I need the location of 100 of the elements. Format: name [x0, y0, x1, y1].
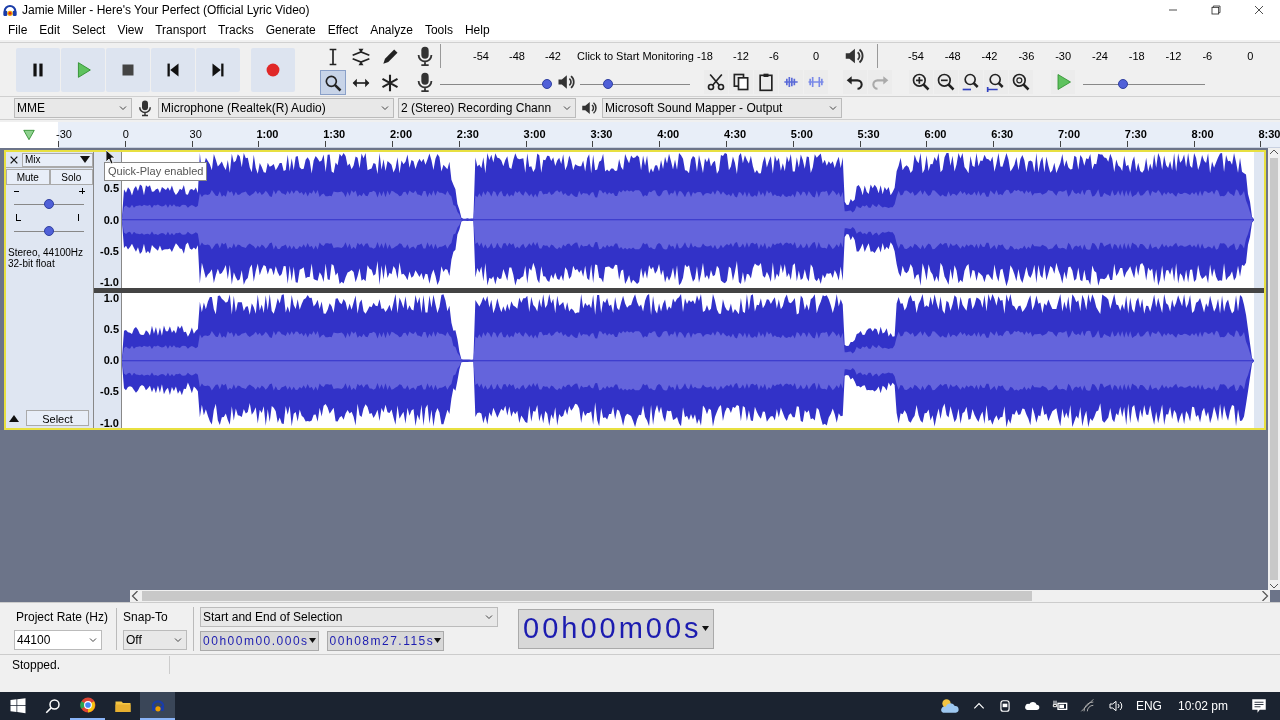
zoom-out-button[interactable] [934, 70, 958, 94]
menu-item[interactable]: File [2, 20, 34, 40]
play-head-icon[interactable] [22, 128, 36, 142]
stop-button[interactable] [106, 47, 150, 92]
skip-to-start-button[interactable] [151, 47, 195, 92]
meter-tick-label: -48 [944, 49, 961, 64]
record-button[interactable] [251, 47, 295, 92]
ruler-label: 4:30 [724, 127, 747, 142]
ruler-label: 5:00 [790, 127, 813, 142]
selection-start-field[interactable]: 00h00m00.000s [200, 630, 319, 651]
menu-item[interactable]: Select [66, 20, 112, 40]
asterisk-icon [379, 72, 400, 93]
slider-thumb[interactable] [44, 226, 54, 236]
selection-mode-dropdown[interactable]: Start and End of Selection [200, 606, 499, 627]
play-at-speed-button[interactable] [1051, 70, 1075, 94]
camera-icon[interactable] [997, 698, 1012, 714]
fit-selection-icon [961, 72, 981, 92]
scale-label: 0.0 [103, 355, 119, 367]
skip-to-end-button[interactable] [196, 47, 240, 92]
zoom-in-button[interactable] [909, 70, 933, 94]
fit-project-button[interactable] [984, 70, 1008, 94]
menu-item[interactable]: View [111, 20, 150, 40]
language-indicator[interactable]: ENG [1135, 697, 1162, 715]
scroll-up-icon[interactable] [1270, 148, 1278, 156]
scroll-down-icon[interactable] [1270, 582, 1278, 590]
audio-position-display[interactable]: 00h00m00s [518, 608, 714, 649]
playback-meter[interactable]: -54 -48 -42 -36 -30 -24 -18 -12 -6 0 [877, 44, 1257, 68]
ruler-label: 8:00 [1191, 127, 1214, 142]
menu-item[interactable]: Analyze [364, 20, 419, 40]
plus-icon [79, 188, 85, 194]
menu-item[interactable]: Transport [149, 20, 213, 40]
slider-thumb[interactable] [1118, 79, 1129, 89]
silence-audio-button[interactable] [804, 70, 828, 94]
search-icon[interactable] [43, 697, 62, 715]
scroll-right-icon[interactable] [1260, 591, 1270, 601]
minus-icon [14, 191, 19, 192]
vertical-scrollbar[interactable] [1268, 148, 1280, 590]
meter-tick-label: -48 [509, 49, 525, 64]
cut-icon [706, 72, 726, 92]
select-button[interactable]: Select [26, 410, 89, 426]
pause-button[interactable] [16, 47, 60, 92]
ruler-label: 6:00 [924, 127, 947, 142]
zoom-toggle-icon [1011, 72, 1031, 92]
menu-item[interactable]: Edit [33, 20, 67, 40]
wifi-icon[interactable] [1079, 698, 1096, 714]
meter-prompt: Click to Start Monitoring [577, 49, 694, 64]
scale-label: 0.0 [103, 214, 119, 226]
copy-button[interactable] [729, 70, 753, 94]
meter-tick-label: -18 [697, 49, 713, 64]
windows-start-icon[interactable] [8, 697, 27, 715]
menu-item[interactable]: Generate [259, 20, 322, 40]
snap-to-dropdown[interactable]: Off [123, 629, 188, 650]
microphone-icon [136, 99, 154, 117]
project-rate-label: Project Rate (Hz) [15, 608, 110, 626]
recording-channels-dropdown[interactable]: 2 (Stereo) Recording Chann [398, 98, 576, 118]
zoom-out-icon [936, 72, 956, 92]
paste-button[interactable] [754, 70, 778, 94]
scale-label: -1.0 [100, 417, 119, 429]
slider-thumb[interactable] [602, 79, 613, 89]
ruler-label: 30 [189, 127, 202, 142]
undo-button[interactable] [843, 70, 867, 94]
menu-item[interactable]: Tracks [212, 20, 260, 40]
playback-device-dropdown[interactable]: Microsoft Sound Mapper - Output [602, 98, 842, 118]
trim-audio-button[interactable] [779, 70, 803, 94]
slider-thumb[interactable] [44, 199, 54, 209]
menu-item[interactable]: Tools [418, 20, 459, 40]
solo-button[interactable]: Solo [49, 169, 93, 185]
zoom-toggle-button[interactable] [1009, 70, 1033, 94]
slider-thumb[interactable] [541, 79, 552, 89]
paste-icon [756, 72, 776, 92]
meter-tick-label: -42 [981, 49, 998, 64]
ruler-label: 1:00 [256, 127, 279, 142]
meter-tick-label: -54 [908, 49, 924, 64]
recording-device-dropdown[interactable]: Microphone (Realtek(R) Audio) [158, 98, 394, 118]
browser-icon[interactable] [78, 696, 97, 714]
clock[interactable]: 10:02 pm [1177, 697, 1228, 715]
meter-tick-label: -54 [473, 49, 489, 64]
ruler-label: 5:30 [857, 127, 880, 142]
track-name-menu[interactable]: Mix [22, 152, 93, 167]
status-text: Stopped. [0, 655, 170, 674]
project-rate-dropdown[interactable]: 44100 [14, 629, 102, 650]
ruler-label: 7:00 [1058, 127, 1081, 142]
meter-tick-label: -30 [1055, 49, 1072, 64]
host-dropdown[interactable]: MME [14, 98, 132, 118]
volume-icon[interactable] [1107, 698, 1124, 714]
scroll-left-icon[interactable] [130, 591, 140, 601]
triangle-up-icon [9, 414, 19, 422]
ruler-label: -30 [56, 127, 72, 142]
cut-button[interactable] [704, 70, 728, 94]
selection-end-field[interactable]: 00h08m27.115s [326, 630, 445, 651]
mute-button[interactable]: Mute [6, 169, 50, 185]
recording-meter[interactable]: -54 -48 -42 Click to Start Monitoring -18 -12 -6 0 [440, 44, 825, 68]
timeline-ruler[interactable]: -30 0 30 1:00 1:30 2:00 2:30 3:00 3:30 4:00 4:30 5:00 5:30 6:00 6:30 7:00 7:30 8:00 8:30 [58, 122, 1280, 148]
app-icon [2, 2, 18, 18]
menu-item[interactable]: Help [458, 20, 496, 40]
zoom-tool[interactable] [320, 70, 346, 95]
horizontal-scrollbar[interactable] [130, 590, 1270, 602]
scale-label: 0.5 [103, 183, 119, 195]
menu-item[interactable]: Effect [321, 20, 365, 40]
fit-selection-button[interactable] [959, 70, 983, 94]
